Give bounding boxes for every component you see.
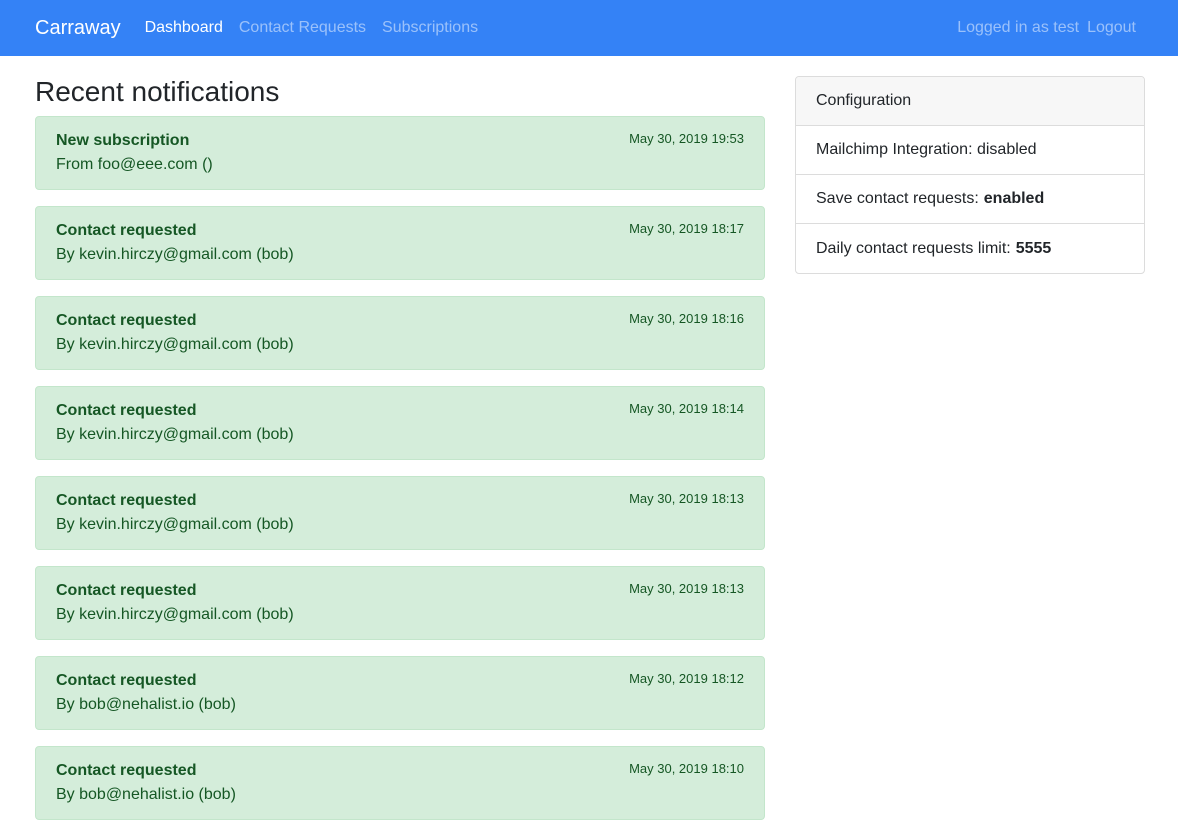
notifications-column: Recent notifications New subscription Fr… [35,76,765,827]
notification-time: May 30, 2019 18:16 [629,311,744,326]
notification-item: Contact requested By kevin.hirczy@gmail.… [35,566,765,640]
notification-time: May 30, 2019 19:53 [629,131,744,146]
navbar: Carraway Dashboard Contact Requests Subs… [0,0,1178,56]
logout-link[interactable]: Logout [1087,19,1136,37]
notification-body: By kevin.hirczy@gmail.com (bob) [56,516,294,533]
config-mailchimp-label: Mailchimp Integration: disabled [816,141,1037,158]
notification-item: Contact requested By kevin.hirczy@gmail.… [35,206,765,280]
notification-body: By kevin.hirczy@gmail.com (bob) [56,426,294,443]
notification-item: Contact requested By kevin.hirczy@gmail.… [35,386,765,460]
notification-body: By kevin.hirczy@gmail.com (bob) [56,606,294,623]
configuration-header: Configuration [796,77,1144,126]
nav-contact-requests[interactable]: Contact Requests [239,19,366,37]
notification-item: Contact requested By bob@nehalist.io (bo… [35,656,765,730]
config-limit-value: 5555 [1015,239,1052,257]
notification-item: Contact requested By kevin.hirczy@gmail.… [35,476,765,550]
notification-body: By kevin.hirczy@gmail.com (bob) [56,246,294,263]
config-save-contacts: Save contact requests: enabled [796,175,1144,224]
page-title: Recent notifications [35,76,280,107]
logged-in-text: Logged in as test [957,19,1080,36]
configuration-card: Configuration Mailchimp Integration: dis… [795,76,1145,274]
notification-body: From foo@eee.com () [56,156,213,173]
notification-time: May 30, 2019 18:13 [629,581,744,596]
config-save-label: Save contact requests: [816,190,979,207]
notification-time: May 30, 2019 18:12 [629,671,744,686]
notification-time: May 30, 2019 18:17 [629,221,744,236]
notification-body: By bob@nehalist.io (bob) [56,786,236,803]
notification-body: By kevin.hirczy@gmail.com (bob) [56,336,294,353]
notification-time: May 30, 2019 18:10 [629,761,744,776]
notification-body: By bob@nehalist.io (bob) [56,696,236,713]
configuration-column: Configuration Mailchimp Integration: dis… [795,76,1145,274]
brand-link[interactable]: Carraway [35,17,121,40]
config-mailchimp: Mailchimp Integration: disabled [796,126,1144,175]
notification-item: Contact requested By bob@nehalist.io (bo… [35,746,765,820]
navbar-user-area: Logged in as test Logout [957,0,1136,56]
notification-time: May 30, 2019 18:14 [629,401,744,416]
nav-subscriptions[interactable]: Subscriptions [382,19,478,37]
notification-time: May 30, 2019 18:13 [629,491,744,506]
config-save-value: enabled [983,190,1045,207]
notification-item: New subscription From foo@eee.com () May… [35,116,765,190]
config-daily-limit: Daily contact requests limit: 5555 [796,224,1144,273]
notification-item: Contact requested By kevin.hirczy@gmail.… [35,296,765,370]
nav-dashboard[interactable]: Dashboard [145,19,223,37]
config-limit-label: Daily contact requests limit: [816,239,1011,257]
